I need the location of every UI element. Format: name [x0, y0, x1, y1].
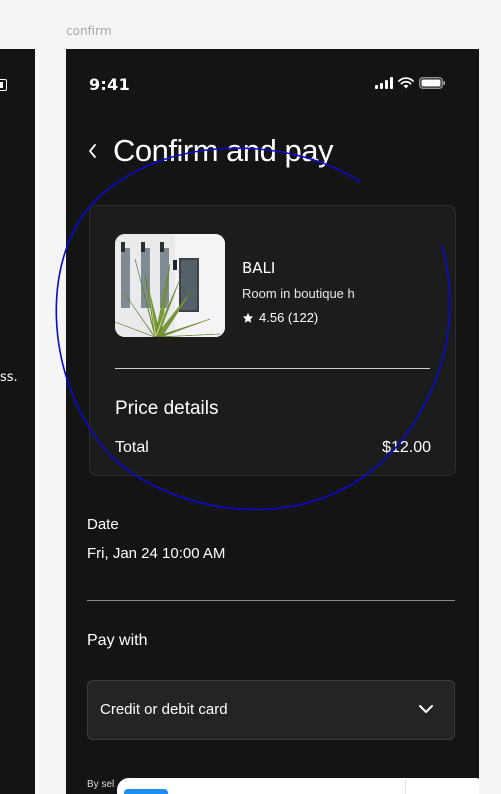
total-value: $12.00: [382, 439, 431, 456]
card-divider: [115, 368, 430, 369]
listing-card: BALI Room in boutique h 4.56 (122) Price…: [89, 205, 456, 476]
chevron-down-icon: [419, 705, 433, 713]
section-divider: [87, 600, 455, 601]
total-label: Total: [115, 439, 149, 456]
signal-icon: [375, 77, 393, 89]
bottom-sheet[interactable]: [117, 778, 479, 794]
wifi-icon: [398, 77, 414, 89]
frame-label: confirm: [66, 24, 112, 38]
listing-photo: [115, 234, 225, 337]
date-label: Date: [87, 516, 119, 533]
listing-location: BALI: [242, 259, 276, 277]
status-time: 9:41: [89, 75, 130, 94]
payment-method-select[interactable]: Credit or debit card: [87, 680, 455, 740]
payment-method-value: Credit or debit card: [100, 701, 228, 718]
chevron-left-icon: [89, 144, 96, 158]
price-details-heading: Price details: [115, 398, 219, 419]
date-value: Fri, Jan 24 10:00 AM: [87, 545, 226, 562]
page-title: Confirm and pay: [113, 133, 333, 168]
star-icon: [242, 312, 254, 323]
status-icons: [375, 77, 446, 89]
listing-rating: 4.56 (122): [242, 310, 318, 325]
app-icon: [124, 789, 168, 794]
listing-subtitle: Room in boutique h: [242, 286, 355, 301]
left-phone-frame: ss.: [0, 49, 35, 794]
terms-text: By sel: [87, 779, 115, 790]
battery-icon: [419, 77, 445, 89]
back-button[interactable]: [86, 141, 98, 166]
pay-with-label: Pay with: [87, 632, 148, 649]
phone-frame: 9:41 Confirm and pay BALI Room in boutiq…: [66, 49, 479, 794]
battery-icon: [0, 79, 7, 91]
left-phone-text: ss.: [0, 370, 18, 385]
sheet-separator: [405, 780, 406, 794]
rating-text: 4.56 (122): [259, 310, 319, 325]
